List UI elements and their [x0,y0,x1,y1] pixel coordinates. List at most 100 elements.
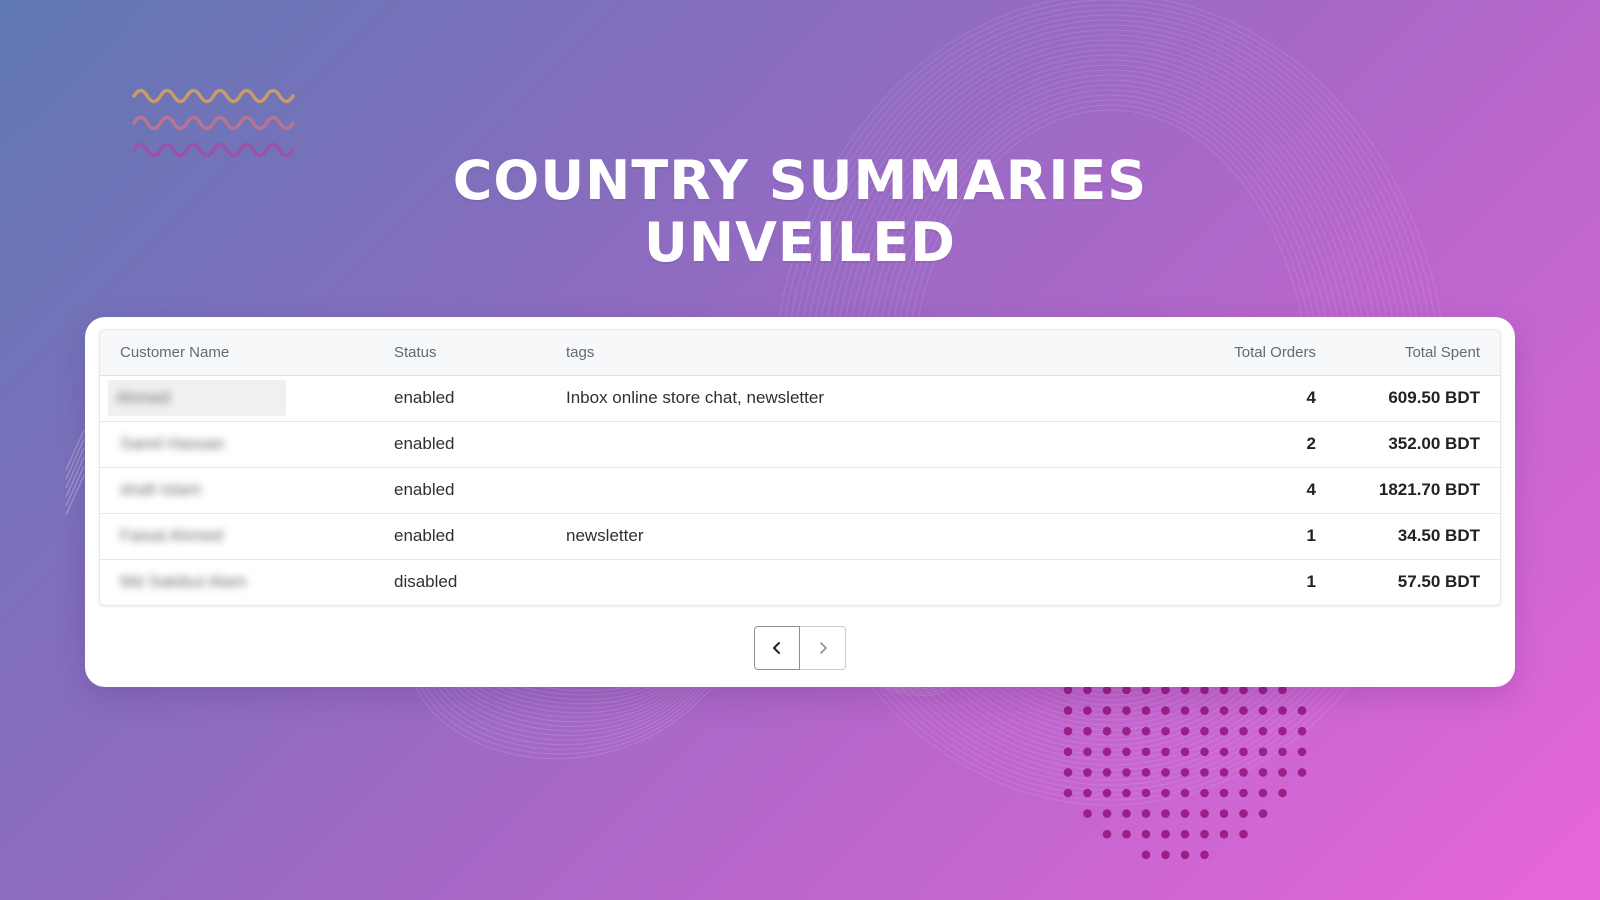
customer-name: Samil Hassan [120,434,225,453]
dot [1122,726,1131,736]
customer-name: Md Sakibul Alam [120,572,247,592]
dot [1200,706,1209,715]
customer-table-card: Customer Name Status tags Total Orders T… [85,317,1515,687]
table-row[interactable]: Ahmed enabled Inbox online store chat, n… [100,375,1500,421]
dot [1122,829,1131,839]
pagination [754,626,846,670]
dot [1063,706,1073,715]
dot [1258,768,1268,777]
total-orders-cell: 1 [1106,512,1316,559]
dot [1141,747,1151,757]
status-cell: enabled [394,388,455,407]
dot [1122,768,1131,777]
customer-name: Faisal Ahmed [120,526,223,545]
dot [1200,747,1209,757]
dot [1083,706,1092,715]
customer-name-highlight: Ahmed [108,380,286,416]
tags-cell: Inbox online store chat, newsletter [566,388,824,407]
wave-line [132,115,295,131]
dot [1122,788,1131,798]
dot [1180,747,1190,757]
dot [1200,726,1209,736]
table-row[interactable]: Faisal Ahmed enabled newsletter 1 34.50 … [100,512,1500,559]
dot [1083,809,1092,818]
dot [1180,829,1190,839]
table-row[interactable]: Samil Hassan enabled 2 352.00 BDT [100,420,1500,467]
dot [1083,768,1092,777]
table-row[interactable]: Md Sakibul Alam disabled 1 57.50 BDT [100,558,1500,605]
total-spent-cell: 57.50 BDT [1316,558,1500,605]
customer-name-cell[interactable]: Faisal Ahmed [100,512,394,559]
dot [1161,829,1170,839]
dot [1258,788,1268,798]
dot [1063,768,1073,777]
dot [1161,706,1170,715]
dot [1219,809,1229,818]
customer-name-cell[interactable]: Ahmed [100,375,394,421]
dot [1219,726,1229,736]
tags-cell [566,466,1106,513]
status-cell: enabled [394,420,566,467]
dot [1219,829,1229,839]
dot [1122,706,1131,715]
customer-table-wrapper: Customer Name Status tags Total Orders T… [99,329,1501,606]
dot [1297,706,1307,715]
dot [1258,726,1268,736]
dot [1180,809,1190,818]
dot [1239,788,1248,798]
next-page-button[interactable] [800,626,846,670]
dot [1239,747,1248,757]
dot [1102,726,1112,736]
customer-name-cell[interactable]: Samil Hassan [100,420,394,467]
dot [1258,747,1268,757]
title-line-1: COUNTRY SUMMARIES [452,149,1148,212]
dot [1063,747,1073,757]
previous-page-button[interactable] [754,626,800,670]
dot [1141,706,1151,715]
dot [1180,706,1190,715]
column-header-total-spent[interactable]: Total Spent [1316,330,1500,376]
diagonal-stroke [65,456,85,498]
total-orders-cell: 4 [1106,466,1316,513]
dot [1258,706,1268,715]
dot [1239,706,1248,715]
dot [1141,850,1151,860]
customer-name: Ahmed [116,388,170,407]
column-header-total-orders[interactable]: Total Orders [1106,330,1316,376]
dot [1161,768,1170,777]
dot [1063,788,1073,798]
page-title: COUNTRY SUMMARIES UNVEILED [0,150,1600,274]
column-header-customer-name[interactable]: Customer Name [100,330,394,376]
diagonal-stroke [65,429,85,471]
dot [1219,788,1229,798]
status-cell: disabled [394,558,566,605]
dot [1219,706,1229,715]
chevron-right-icon [819,642,827,654]
dot [1122,809,1131,818]
dot [1161,850,1170,860]
dot [1122,747,1131,757]
dot [1278,788,1287,798]
dot [1219,768,1229,777]
dot [1278,768,1287,777]
dot [1278,726,1287,736]
customer-name-cell[interactable]: Md Sakibul Alam [100,558,394,605]
title-line-2: UNVEILED [644,211,956,274]
table-row[interactable]: shafi Islam enabled 4 1821.70 BDT [100,466,1500,513]
customer-name-cell[interactable]: shafi Islam [100,466,394,513]
dot [1180,726,1190,736]
dot [1180,850,1190,860]
dot [1161,809,1170,818]
dot [1141,788,1151,798]
dot [1083,788,1092,798]
total-spent-cell: 1821.70 BDT [1316,466,1500,513]
dot [1258,809,1268,818]
dot [1200,850,1209,860]
column-header-status[interactable]: Status [394,330,566,376]
dot [1102,706,1112,715]
dot-pattern-decoration [1063,685,1307,860]
chevron-left-icon [773,642,780,654]
dot [1297,768,1307,777]
column-header-tags[interactable]: tags [566,330,1106,376]
total-orders-cell: 2 [1106,420,1316,467]
